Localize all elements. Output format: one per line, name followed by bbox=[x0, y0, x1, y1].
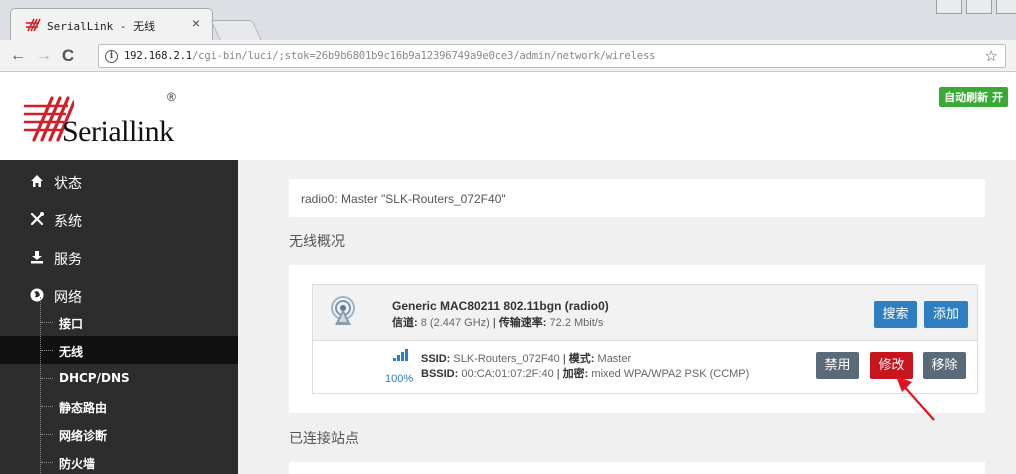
sidebar-item-label: 服务 bbox=[54, 252, 82, 268]
channel-label: 信道: bbox=[392, 317, 418, 329]
network-bssid-line: BSSID: 00:CA:01:07:2F:40 | 加密: mixed WPA… bbox=[421, 365, 749, 381]
tree-connector bbox=[40, 297, 41, 474]
bssid-label: BSSID: bbox=[421, 368, 459, 380]
bssid-value: 00:CA:01:07:2F:40 bbox=[461, 368, 554, 380]
sidebar-subitem-wireless[interactable]: 无线 bbox=[0, 336, 238, 364]
main-content: radio0: Master "SLK-Routers_072F40" 无线概况… bbox=[238, 160, 1016, 474]
network-row: 100% SSID: SLK-Routers_072F40 | 模式: Mast… bbox=[313, 341, 977, 393]
new-tab-button[interactable] bbox=[210, 20, 262, 40]
registered-mark: ® bbox=[167, 90, 176, 104]
encryption-label: 加密: bbox=[562, 368, 589, 380]
annotation-arrow-icon bbox=[896, 376, 935, 421]
sidebar-subitem-interfaces[interactable]: 接口 bbox=[0, 308, 238, 336]
tree-connector bbox=[41, 434, 53, 435]
wireless-device-table: Generic MAC80211 802.11bgn (radio0) 信道: … bbox=[312, 284, 978, 394]
maximize-button[interactable] bbox=[966, 0, 992, 14]
serialink-favicon bbox=[26, 18, 41, 32]
detail-separator: | bbox=[562, 353, 566, 365]
ssid-label: SSID: bbox=[421, 353, 451, 365]
disable-button[interactable]: 禁用 bbox=[816, 352, 859, 379]
tree-connector bbox=[41, 322, 53, 323]
signal-percent: 100% bbox=[385, 373, 414, 385]
info-icon[interactable]: i bbox=[105, 50, 118, 63]
add-button[interactable]: 添加 bbox=[924, 301, 968, 328]
device-details: 信道: 8 (2.447 GHz) | 传输速率: 72.2 Mbit/s bbox=[392, 314, 603, 330]
sidebar-item-services[interactable]: 服务 bbox=[0, 238, 238, 276]
window-close-button[interactable] bbox=[996, 0, 1016, 14]
connected-stations-title: 已连接站点 bbox=[289, 431, 359, 447]
sidebar-subitem-label: 静态路由 bbox=[59, 401, 108, 415]
wifi-radio-icon bbox=[331, 296, 355, 325]
sidebar-subitem-static-routes[interactable]: 静态路由 bbox=[0, 392, 238, 420]
mode-value: Master bbox=[597, 353, 632, 365]
sidebar-subitem-label: 防火墙 bbox=[59, 457, 96, 471]
sidebar-subitem-dhcp-dns[interactable]: DHCP/DNS bbox=[0, 364, 238, 392]
tab-close-icon[interactable]: × bbox=[192, 15, 200, 31]
url-text: 192.168.2.1/cgi-bin/luci/;stok=26b9b6801… bbox=[124, 50, 656, 62]
page-header: Seriallink ® 自动刷新 开 bbox=[0, 72, 1016, 160]
encryption-value: mixed WPA/WPA2 PSK (CCMP) bbox=[591, 368, 750, 380]
sidebar-subitem-label: 接口 bbox=[59, 317, 84, 331]
star-icon[interactable]: ☆ bbox=[985, 47, 998, 65]
window-controls bbox=[936, 0, 1016, 14]
sidebar-subitem-label: 无线 bbox=[59, 345, 84, 359]
minimize-button[interactable] bbox=[936, 0, 962, 14]
wireless-overview-panel: Generic MAC80211 802.11bgn (radio0) 信道: … bbox=[289, 265, 985, 413]
radio-summary-text: radio0: Master "SLK-Routers_072F40" bbox=[301, 192, 506, 206]
tree-connector bbox=[41, 462, 53, 463]
tab-title: SerialLink - 无线 bbox=[47, 20, 156, 33]
device-row: Generic MAC80211 802.11bgn (radio0) 信道: … bbox=[313, 285, 977, 341]
tree-connector bbox=[41, 350, 53, 351]
url-path: /cgi-bin/luci/;stok=26b9b6801b9c16b9a123… bbox=[191, 50, 656, 62]
sidebar-subitem-label: 网络诊断 bbox=[59, 429, 108, 443]
rate-value: 72.2 Mbit/s bbox=[549, 317, 604, 329]
detail-separator: | bbox=[492, 317, 496, 329]
sidebar-subitem-label: DHCP/DNS bbox=[59, 371, 130, 385]
tools-icon bbox=[30, 212, 44, 226]
connected-stations-panel bbox=[289, 462, 985, 474]
sidebar-item-label: 系统 bbox=[54, 214, 82, 230]
download-tray-icon bbox=[31, 251, 43, 264]
device-name: Generic MAC80211 802.11bgn (radio0) bbox=[392, 299, 609, 313]
reload-icon[interactable]: C bbox=[56, 44, 80, 68]
browser-tab[interactable]: SerialLink - 无线 × bbox=[10, 8, 213, 40]
sidebar: 状态 系统 服务 网络 接口 无线 DHCP/DNS 静态路由 网络诊断 防火墙 bbox=[0, 160, 238, 474]
sidebar-subitem-firewall[interactable]: 防火墙 bbox=[0, 448, 238, 474]
address-bar[interactable]: i 192.168.2.1/cgi-bin/luci/;stok=26b9b68… bbox=[98, 44, 1006, 68]
globe-icon bbox=[30, 288, 44, 302]
network-ssid-line: SSID: SLK-Routers_072F40 | 模式: Master bbox=[421, 350, 631, 366]
browser-toolbar: ← → C i 192.168.2.1/cgi-bin/luci/;stok=2… bbox=[0, 40, 1016, 72]
browser-tabstrip: SerialLink - 无线 × bbox=[0, 0, 1016, 40]
tree-connector bbox=[41, 378, 53, 379]
back-arrow-icon[interactable]: ← bbox=[6, 44, 30, 68]
sidebar-item-label: 状态 bbox=[54, 176, 82, 192]
sidebar-item-system[interactable]: 系统 bbox=[0, 200, 238, 238]
seriallink-logo: Seriallink ® bbox=[22, 90, 202, 152]
sidebar-item-label: 网络 bbox=[54, 290, 82, 306]
sidebar-item-status[interactable]: 状态 bbox=[0, 162, 238, 200]
detail-separator: | bbox=[556, 368, 560, 380]
logo-text: Seriallink bbox=[62, 115, 174, 148]
mode-label: 模式: bbox=[568, 353, 595, 365]
sidebar-subitem-diagnostics[interactable]: 网络诊断 bbox=[0, 420, 238, 448]
radio-summary: radio0: Master "SLK-Routers_072F40" bbox=[289, 179, 985, 217]
forward-arrow-icon[interactable]: → bbox=[32, 44, 56, 68]
tree-connector bbox=[41, 406, 53, 407]
scan-button[interactable]: 搜索 bbox=[874, 301, 917, 328]
home-icon bbox=[31, 175, 43, 187]
signal-strength-icon bbox=[393, 349, 408, 361]
channel-value: 8 (2.447 GHz) bbox=[420, 317, 490, 329]
auto-refresh-toggle[interactable]: 自动刷新 开 bbox=[939, 87, 1008, 107]
wireless-overview-title: 无线概况 bbox=[289, 234, 345, 250]
url-host: 192.168.2.1 bbox=[124, 50, 192, 62]
ssid-value: SLK-Routers_072F40 bbox=[453, 353, 560, 365]
rate-label: 传输速率: bbox=[498, 317, 547, 329]
